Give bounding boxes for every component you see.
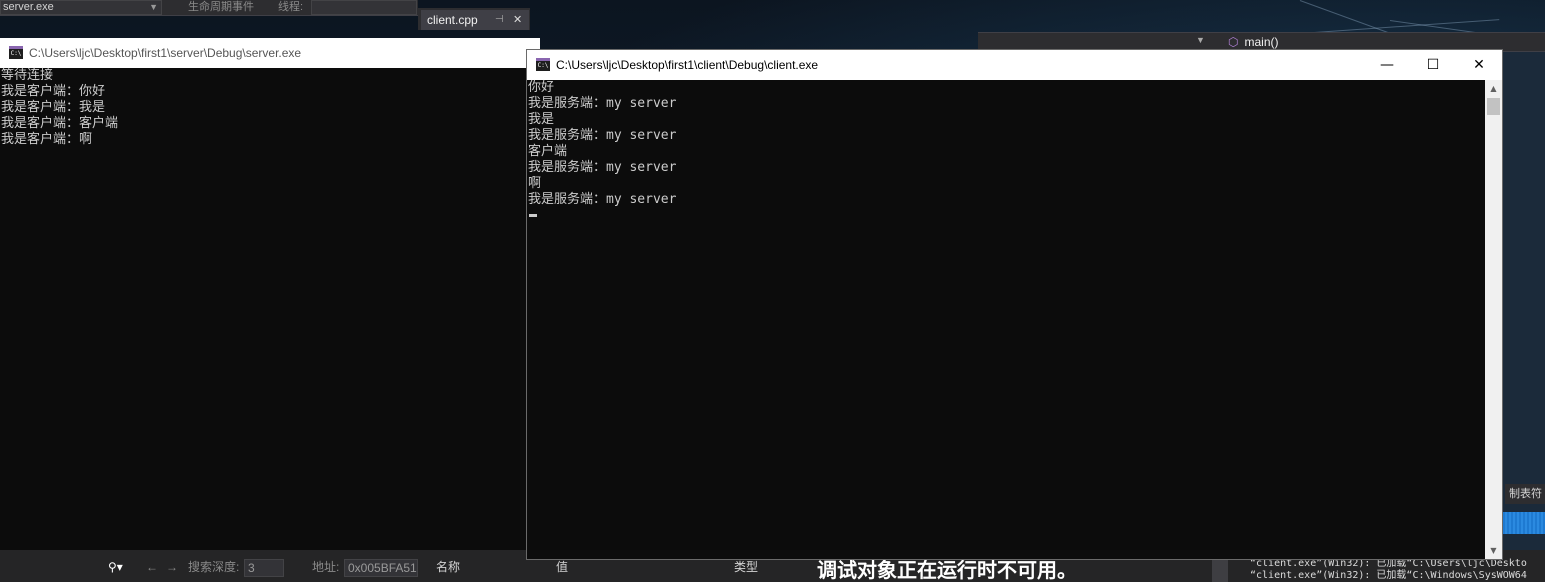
minimize-button[interactable]: —	[1364, 50, 1410, 80]
scroll-up-icon[interactable]: ▲	[1485, 80, 1502, 97]
vertical-scrollbar[interactable]: ▲ ▼	[1485, 80, 1502, 559]
console-line: 你好	[528, 80, 555, 95]
chevron-down-icon[interactable]: ▼	[1196, 35, 1205, 45]
tab-label: client.cpp	[427, 13, 478, 27]
lifecycle-events-label[interactable]: 生命周期事件	[188, 0, 254, 14]
address-label: 地址:	[312, 560, 340, 574]
close-icon[interactable]: ✕	[513, 10, 522, 30]
column-header-type[interactable]: 类型	[734, 560, 758, 574]
column-header-value[interactable]: 值	[556, 560, 568, 574]
console-line: 我是客户端：你好	[1, 84, 106, 99]
window-title: C:\Users\ljc\Desktop\first1\server\Debug…	[29, 46, 302, 60]
console-line: 我是服务端：my server	[528, 160, 677, 175]
server-console-window[interactable]: C:\ C:\Users\ljc\Desktop\first1\server\D…	[0, 38, 540, 550]
client-title-bar[interactable]: C:\ C:\Users\ljc\Desktop\first1\client\D…	[527, 50, 1502, 80]
scroll-thumb[interactable]	[1487, 98, 1500, 115]
close-button[interactable]: ✕	[1456, 50, 1502, 80]
console-cursor-line	[527, 208, 1485, 224]
console-app-icon: C:\	[9, 46, 23, 59]
client-console-window[interactable]: C:\ C:\Users\ljc\Desktop\first1\client\D…	[526, 49, 1503, 560]
progress-strip	[1503, 512, 1545, 534]
client-console-output[interactable]: 你好 我是服务端：my server 我是 我是服务端：my server 客户…	[527, 80, 1485, 559]
maximize-button[interactable]: ☐	[1410, 50, 1456, 80]
console-line: 我是服务端：my server	[528, 96, 677, 111]
console-line: 我是客户端：啊	[1, 132, 93, 147]
console-line: 客户端	[528, 144, 568, 159]
console-line: 我是	[528, 112, 555, 127]
process-combo-value: server.exe	[3, 1, 54, 13]
console-line: 等待连接	[1, 68, 54, 83]
search-icon[interactable]: ⚲▾	[108, 560, 123, 574]
unavailable-message: 调试对象正在运行时不可用。	[817, 560, 1077, 582]
thread-combo[interactable]	[311, 0, 417, 15]
console-line: 我是客户端：我是	[1, 100, 106, 115]
chevron-down-icon: ▼	[149, 2, 158, 12]
output-pane: “client.exe”(Win32): 已加载“C:\Users\ljc\De…	[1250, 558, 1545, 582]
console-line: 啊	[528, 176, 542, 191]
forward-arrow-icon[interactable]: →	[166, 560, 178, 574]
scroll-down-icon[interactable]: ▼	[1485, 542, 1502, 559]
tab-client-cpp[interactable]: client.cpp ⊣ ✕	[421, 10, 529, 30]
column-header-name[interactable]: 名称	[436, 560, 460, 574]
debug-toolbar: server.exe ▼ 生命周期事件 线程:	[0, 0, 418, 16]
address-input[interactable]: 0x005BFA51	[344, 559, 418, 577]
console-line: 我是服务端：my server	[528, 128, 677, 143]
console-app-icon: C:\	[536, 58, 550, 71]
function-navigator[interactable]: ⬡ main()	[1228, 35, 1279, 49]
process-combo[interactable]: server.exe ▼	[0, 0, 162, 15]
method-icon: ⬡	[1228, 35, 1239, 49]
back-arrow-icon[interactable]: ←	[146, 560, 158, 574]
search-depth-label: 搜索深度:	[188, 560, 240, 574]
text-cursor	[529, 214, 537, 217]
thread-label: 线程:	[278, 1, 304, 13]
server-console-output[interactable]: 等待连接 我是客户端：你好 我是客户端：我是 我是客户端：客户端 我是客户端：啊	[0, 68, 540, 550]
window-title: C:\Users\ljc\Desktop\first1\client\Debug…	[556, 58, 819, 72]
server-title-bar[interactable]: C:\ C:\Users\ljc\Desktop\first1\server\D…	[0, 38, 540, 68]
function-name: main()	[1244, 35, 1279, 49]
pin-icon[interactable]: ⊣	[495, 10, 504, 30]
tab-setting-label[interactable]: 制表符	[1505, 484, 1545, 504]
output-line: “client.exe”(Win32): 已加载“C:\Windows\SysW…	[1250, 570, 1527, 581]
search-depth-input[interactable]: 3	[244, 559, 284, 577]
console-line: 我是客户端：客户端	[1, 116, 119, 131]
console-line: 我是服务端：my server	[528, 192, 677, 207]
